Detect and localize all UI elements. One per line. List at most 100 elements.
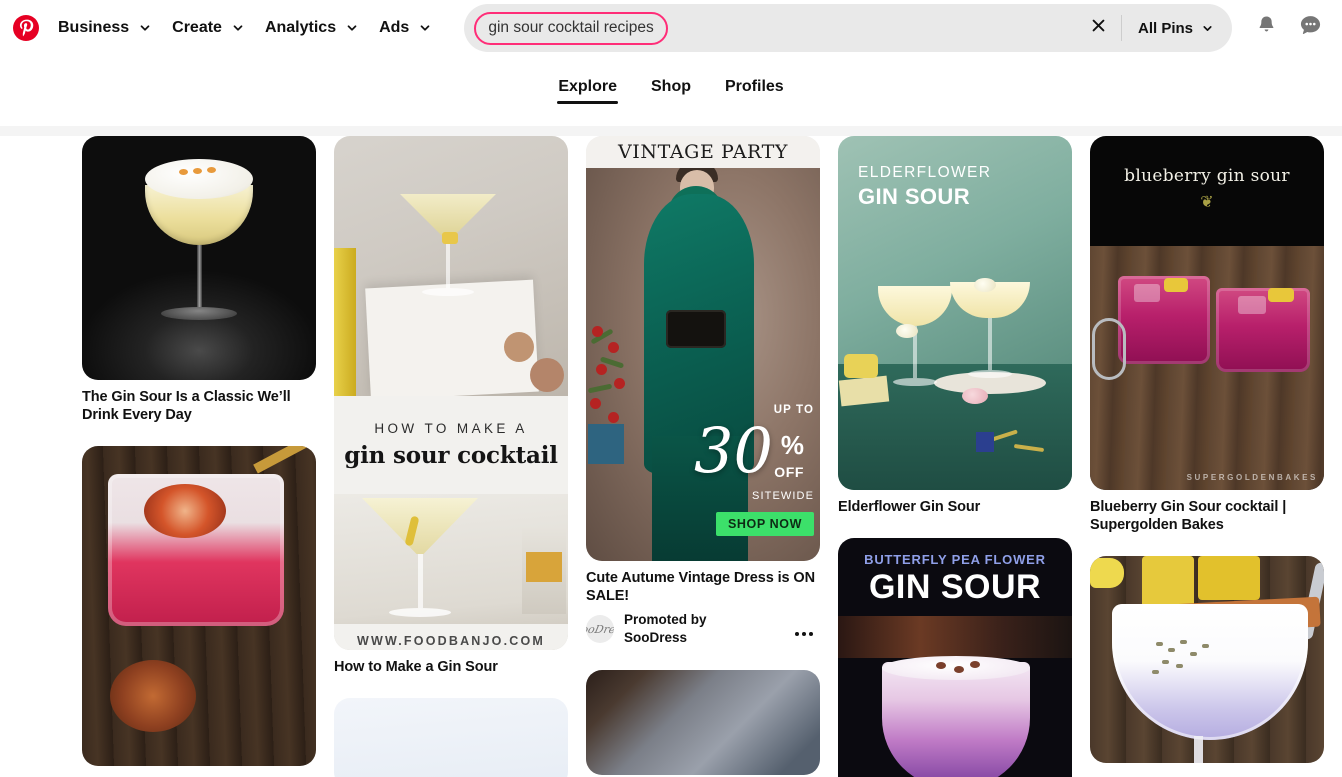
- howto-text-band: HOW TO MAKE A gin sour cocktail: [334, 396, 568, 494]
- howto-headline: gin sour cocktail: [344, 442, 558, 469]
- pin-card[interactable]: HOW TO MAKE A gin sour cocktail WWW.FOOD…: [334, 136, 568, 676]
- cocktail-glass-graphic: [950, 282, 1030, 378]
- howto-site-url: WWW.FOODBANJO.COM: [357, 634, 545, 648]
- pin-title[interactable]: The Gin Sour Is a Classic We’ll Drink Ev…: [82, 388, 316, 424]
- pin-title[interactable]: How to Make a Gin Sour: [334, 658, 568, 676]
- nav-item-ads[interactable]: Ads: [369, 8, 442, 48]
- pin-image[interactable]: ELDERFLOWER GIN SOUR: [838, 136, 1072, 490]
- pin-results-grid: The Gin Sour Is a Classic We’ll Drink Ev…: [0, 136, 1342, 777]
- nav-item-create[interactable]: Create: [162, 8, 255, 48]
- cocktail-glass-graphic: [145, 185, 253, 320]
- notifications-button[interactable]: [1244, 6, 1288, 50]
- grid-column: ELDERFLOWER GIN SOUR Elderflowe: [838, 136, 1072, 777]
- messages-button[interactable]: [1288, 6, 1332, 50]
- pin-card[interactable]: [334, 698, 568, 777]
- tab-shop-label: Shop: [651, 78, 691, 95]
- search-input[interactable]: gin sour cocktail recipes: [474, 12, 667, 45]
- search-input-value: gin sour cocktail recipes: [488, 19, 653, 37]
- grid-column: HOW TO MAKE A gin sour cocktail WWW.FOOD…: [334, 136, 568, 777]
- promoted-by-row: SooDress Promoted by SooDress: [586, 611, 820, 647]
- howto-site-band: WWW.FOODBANJO.COM: [334, 624, 568, 650]
- promoted-prefix: Promoted by: [624, 612, 707, 627]
- pin-card[interactable]: BUTTERFLY PEA FLOWER GIN SOUR: [838, 538, 1072, 777]
- butterfly-pea-kicker: BUTTERFLY PEA FLOWER: [838, 552, 1072, 567]
- vintage-photo: UP TO 30 % OFF SITEWIDE SHOP NOW: [586, 168, 820, 561]
- pin-image[interactable]: BUTTERFLY PEA FLOWER GIN SOUR: [838, 538, 1072, 777]
- promo-percent-symbol: %: [781, 430, 804, 461]
- promo-scope-label: SITEWIDE: [752, 490, 814, 502]
- pin-title[interactable]: Blueberry Gin Sour cocktail | Supergolde…: [1090, 498, 1324, 534]
- blueberry-headline: blueberry gin sour: [1090, 166, 1324, 186]
- elderflower-kicker: ELDERFLOWER: [858, 164, 991, 182]
- gold-bar-spoon-graphic: [253, 446, 311, 473]
- pin-image[interactable]: HOW TO MAKE A gin sour cocktail WWW.FOOD…: [334, 136, 568, 650]
- nav-item-ads-label: Ads: [379, 19, 409, 37]
- pin-title[interactable]: Elderflower Gin Sour: [838, 498, 1072, 516]
- pin-card[interactable]: [1090, 556, 1324, 763]
- promo-upto-label: UP TO: [774, 404, 814, 416]
- promo-off-label: OFF: [774, 464, 804, 480]
- grid-column: The Gin Sour Is a Classic We’ll Drink Ev…: [82, 136, 316, 777]
- cocktail-strainer-graphic: [1092, 318, 1126, 380]
- chevron-down-icon: [231, 21, 245, 35]
- dried-orange-graphic: [110, 660, 196, 732]
- grid-column: VINTAGE PARTY: [586, 136, 820, 777]
- pin-card[interactable]: ELDERFLOWER GIN SOUR Elderflowe: [838, 136, 1072, 516]
- flourish-ornament-icon: ❦: [1090, 192, 1324, 211]
- bell-icon: [1255, 14, 1278, 42]
- nav-item-analytics-label: Analytics: [265, 19, 336, 37]
- vintage-banner-text: VINTAGE PARTY: [618, 141, 788, 163]
- avatar[interactable]: SooDress: [586, 615, 614, 643]
- tab-profiles[interactable]: Profiles: [725, 78, 784, 104]
- pin-card[interactable]: [586, 670, 820, 775]
- search-controls: All Pins: [1077, 4, 1232, 52]
- howto-kicker: HOW TO MAKE A: [374, 421, 527, 436]
- chevron-down-icon: [418, 21, 432, 35]
- search-scope-tabs: Explore Shop Profiles: [0, 78, 1342, 126]
- chevron-down-icon: [345, 21, 359, 35]
- tab-explore-label: Explore: [558, 78, 617, 95]
- bar-counter-graphic: [838, 616, 1072, 658]
- top-header: Business Create Analytics Ads gin sour c…: [0, 0, 1342, 56]
- vintage-banner: VINTAGE PARTY: [586, 136, 820, 168]
- search-bar[interactable]: gin sour cocktail recipes All Pins: [464, 4, 1232, 52]
- pin-card[interactable]: [82, 446, 316, 766]
- tab-shop[interactable]: Shop: [651, 78, 691, 104]
- watermark: SUPERGOLDENBAKES: [1187, 473, 1318, 482]
- blood-orange-slice-graphic: [144, 484, 226, 538]
- butterfly-pea-headline: GIN SOUR: [838, 568, 1072, 607]
- pin-image[interactable]: [82, 446, 316, 766]
- all-pins-dropdown[interactable]: All Pins: [1122, 8, 1228, 48]
- overflow-menu-icon[interactable]: [790, 622, 818, 646]
- tab-explore[interactable]: Explore: [558, 78, 617, 104]
- tab-profiles-label: Profiles: [725, 78, 784, 95]
- elderflower-headline: GIN SOUR: [858, 184, 970, 210]
- chevron-down-icon: [1201, 22, 1214, 35]
- pin-card[interactable]: blueberry gin sour ❦ SUPERGOLDENBAKES Bl…: [1090, 136, 1324, 534]
- pin-card[interactable]: The Gin Sour Is a Classic We’ll Drink Ev…: [82, 136, 316, 424]
- gin-can-graphic: [976, 432, 994, 452]
- pin-image[interactable]: [586, 670, 820, 775]
- cocktail-glass-graphic: [1112, 604, 1308, 740]
- chevron-down-icon: [138, 21, 152, 35]
- pin-image[interactable]: [1090, 556, 1324, 763]
- nav-item-analytics[interactable]: Analytics: [255, 8, 369, 48]
- speech-bubble-icon: [1298, 13, 1323, 43]
- nav-item-business-label: Business: [58, 19, 129, 37]
- shop-now-button[interactable]: SHOP NOW: [716, 512, 814, 536]
- pin-card-promoted[interactable]: VINTAGE PARTY: [586, 136, 820, 648]
- nav-item-business[interactable]: Business: [48, 8, 162, 48]
- close-icon: [1090, 17, 1107, 39]
- pinterest-logo-icon: [13, 15, 39, 41]
- pin-image[interactable]: blueberry gin sour ❦ SUPERGOLDENBAKES: [1090, 136, 1324, 490]
- pin-image[interactable]: VINTAGE PARTY: [586, 136, 820, 561]
- pin-title[interactable]: Cute Autume Vintage Dress is ON SALE!: [586, 569, 820, 605]
- promoted-label[interactable]: Promoted by SooDress: [624, 611, 707, 647]
- pinterest-logo-button[interactable]: [4, 6, 48, 50]
- clear-search-button[interactable]: [1077, 6, 1121, 50]
- pin-image[interactable]: [82, 136, 316, 380]
- content-top-divider: [0, 126, 1342, 136]
- promo-discount-amount: 30: [694, 420, 773, 482]
- grid-column: blueberry gin sour ❦ SUPERGOLDENBAKES Bl…: [1090, 136, 1324, 777]
- pin-image[interactable]: [334, 698, 568, 777]
